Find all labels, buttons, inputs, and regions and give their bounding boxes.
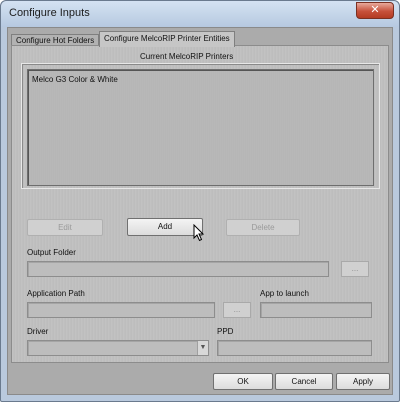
add-button[interactable]: Add	[127, 218, 203, 236]
app-to-launch-label: App to launch	[260, 289, 309, 298]
output-folder-field[interactable]	[27, 261, 329, 277]
mouse-pointer-icon	[193, 224, 205, 242]
printers-list[interactable]: Melco G3 Color & White	[27, 69, 374, 186]
ppd-label: PPD	[217, 327, 234, 336]
cancel-button[interactable]: Cancel	[275, 373, 333, 390]
close-button[interactable]: ✕	[356, 2, 394, 19]
configure-inputs-window: Configure Inputs ✕ Configure Hot Folders…	[0, 0, 400, 402]
output-folder-label: Output Folder	[27, 248, 76, 257]
output-folder-browse-button[interactable]: ...	[341, 261, 369, 277]
delete-button[interactable]: Delete	[226, 219, 300, 236]
chevron-down-icon[interactable]: ▼	[197, 341, 208, 355]
tab-panel: Current MelcoRIP Printers Melco G3 Color…	[11, 45, 389, 363]
apply-button[interactable]: Apply	[336, 373, 390, 390]
application-path-browse-button[interactable]: ...	[223, 302, 251, 318]
tab-configure-melcorip-printer-entities[interactable]: Configure MelcoRIP Printer Entities	[99, 31, 235, 47]
driver-label: Driver	[27, 327, 49, 336]
window-title: Configure Inputs	[9, 7, 90, 19]
application-path-field[interactable]	[27, 302, 215, 318]
application-path-label: Application Path	[27, 289, 85, 298]
edit-button[interactable]: Edit	[27, 219, 103, 236]
dialog-body: Configure Hot Folders Configure MelcoRIP…	[7, 27, 393, 395]
title-bar: Configure Inputs	[1, 1, 399, 27]
driver-select[interactable]	[27, 340, 209, 356]
ok-button[interactable]: OK	[213, 373, 273, 390]
ppd-field[interactable]	[217, 340, 372, 356]
list-item[interactable]: Melco G3 Color & White	[32, 75, 118, 84]
app-to-launch-field[interactable]	[260, 302, 372, 318]
printers-group-label: Current MelcoRIP Printers	[140, 52, 234, 61]
